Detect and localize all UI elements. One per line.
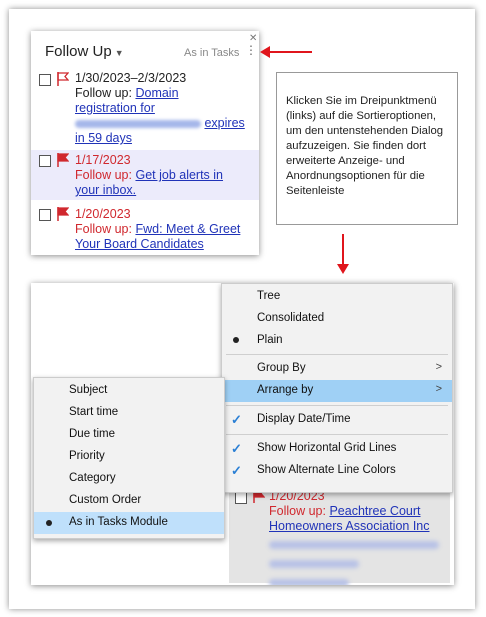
submenu-item-label: Custom Order bbox=[69, 494, 142, 506]
item-link[interactable]: Domain bbox=[135, 86, 178, 100]
checkbox[interactable] bbox=[39, 209, 51, 221]
panel-title-label: Follow Up bbox=[45, 43, 112, 60]
submenu-item-priority[interactable]: Priority bbox=[34, 446, 224, 468]
item-text: 1/17/2023 Follow up: Get job alerts in y… bbox=[75, 153, 253, 198]
callout-box: Klicken Sie im Dreipunktmenü (links) auf… bbox=[276, 72, 458, 225]
flag-icon[interactable] bbox=[57, 153, 69, 167]
list-item[interactable]: 1/20/2023 Follow up: Peachtree Court Hom… bbox=[229, 486, 450, 585]
panel-title[interactable]: Follow Up ▼ bbox=[45, 43, 124, 60]
pointer-arrow bbox=[266, 51, 312, 53]
submenu-item-label: Subject bbox=[69, 384, 108, 396]
blurred-text bbox=[269, 560, 359, 568]
follow-up-panel: ✕ Follow Up ▼ As in Tasks ⋮ 1/30/2023–2/3… bbox=[31, 31, 259, 255]
submenu-item-label: Start time bbox=[69, 406, 119, 418]
more-options-icon[interactable]: ⋮ bbox=[245, 44, 257, 56]
item-link[interactable]: your inbox. bbox=[75, 183, 136, 197]
arrow-head-icon bbox=[337, 264, 349, 274]
sort-label: As in Tasks bbox=[184, 47, 240, 59]
blurred-text bbox=[269, 541, 439, 549]
menu-item-label: Display Date/Time bbox=[257, 413, 351, 425]
menu-item-consolidated[interactable]: Consolidated bbox=[222, 308, 452, 330]
item-prefix: Follow up: bbox=[75, 168, 132, 182]
item-link[interactable]: Fwd: Meet & Greet bbox=[135, 222, 240, 236]
submenu-item-label: Priority bbox=[69, 450, 105, 462]
item-link[interactable]: Peachtree Court bbox=[329, 504, 420, 518]
menu-item-display-date-time[interactable]: ✓ Display Date/Time bbox=[222, 409, 452, 431]
menu-divider bbox=[226, 354, 448, 355]
item-link[interactable]: expires bbox=[204, 116, 244, 130]
arrange-by-submenu: Subject Start time Due time Priority Cat… bbox=[33, 377, 225, 539]
item-link[interactable]: Your Board Candidates bbox=[75, 237, 204, 251]
submenu-item-subject[interactable]: Subject bbox=[34, 380, 224, 402]
item-prefix: Follow up: bbox=[75, 222, 132, 236]
pointer-arrow bbox=[342, 234, 344, 266]
submenu-item-start-time[interactable]: Start time bbox=[34, 402, 224, 424]
menu-item-label: Show Alternate Line Colors bbox=[257, 464, 396, 476]
flag-icon[interactable] bbox=[57, 72, 69, 86]
item-text: 1/20/2023 Follow up: Peachtree Court Hom… bbox=[269, 489, 439, 585]
context-menu: Tree Consolidated Plain Group By > Arrang… bbox=[221, 283, 453, 493]
checkmark-icon: ✓ bbox=[231, 441, 242, 456]
item-link[interactable]: Homeowners Association Inc bbox=[269, 519, 430, 533]
blurred-text bbox=[269, 579, 349, 585]
menu-item-alternate-line-colors[interactable]: ✓ Show Alternate Line Colors bbox=[222, 460, 452, 482]
menu-item-label: Plain bbox=[257, 334, 283, 346]
submenu-item-as-in-tasks-module[interactable]: As in Tasks Module bbox=[34, 512, 224, 534]
chevron-down-icon[interactable]: ▼ bbox=[115, 48, 124, 58]
chevron-right-icon: > bbox=[435, 383, 442, 395]
item-link[interactable]: Get job alerts in bbox=[135, 168, 223, 182]
chevron-right-icon: > bbox=[435, 361, 442, 373]
menu-divider bbox=[226, 405, 448, 406]
checkbox[interactable] bbox=[39, 155, 51, 167]
menu-item-label: Arrange by bbox=[257, 384, 314, 396]
item-date: 1/20/2023 bbox=[75, 207, 131, 221]
checkbox[interactable] bbox=[235, 492, 247, 504]
item-text: 1/20/2023 Follow up: Fwd: Meet & Greet Y… bbox=[75, 207, 253, 252]
menu-item-plain[interactable]: Plain bbox=[222, 330, 452, 352]
menu-item-horizontal-grid-lines[interactable]: ✓ Show Horizontal Grid Lines bbox=[222, 438, 452, 460]
blurred-text bbox=[75, 119, 201, 128]
menu-item-group-by[interactable]: Group By > bbox=[222, 358, 452, 380]
checkmark-icon: ✓ bbox=[231, 412, 242, 427]
menu-item-tree[interactable]: Tree bbox=[222, 286, 452, 308]
checkbox[interactable] bbox=[39, 74, 51, 86]
bullet-icon bbox=[46, 520, 52, 526]
checkmark-icon: ✓ bbox=[231, 463, 242, 478]
list-item[interactable]: 1/30/2023–2/3/2023 Follow up: Domain reg… bbox=[31, 71, 259, 147]
bullet-icon bbox=[233, 337, 239, 343]
arrow-head-icon bbox=[260, 46, 270, 58]
item-prefix: Follow up: bbox=[269, 504, 326, 518]
menu-item-label: Group By bbox=[257, 362, 306, 374]
list-item[interactable]: 1/20/2023 Follow up: Fwd: Meet & Greet Y… bbox=[31, 205, 259, 253]
flag-icon[interactable] bbox=[57, 207, 69, 221]
item-text: 1/30/2023–2/3/2023 Follow up: Domain reg… bbox=[75, 71, 253, 146]
menu-item-label: Consolidated bbox=[257, 312, 325, 324]
item-link[interactable]: registration for bbox=[75, 101, 155, 115]
item-link[interactable]: in 59 days bbox=[75, 131, 132, 145]
item-date: 1/17/2023 bbox=[75, 153, 131, 167]
menu-item-label: Tree bbox=[257, 290, 281, 302]
item-prefix: Follow up: bbox=[75, 86, 132, 100]
submenu-item-label: As in Tasks Module bbox=[69, 516, 168, 528]
submenu-item-label: Due time bbox=[69, 428, 116, 440]
menu-divider bbox=[226, 434, 448, 435]
callout-text: Klicken Sie im Dreipunktmenü (links) auf… bbox=[286, 95, 444, 197]
submenu-item-due-time[interactable]: Due time bbox=[34, 424, 224, 446]
item-date: 1/30/2023–2/3/2023 bbox=[75, 71, 187, 85]
context-menu-screenshot: 1/20/2023 Follow up: Peachtree Court Hom… bbox=[31, 283, 454, 585]
submenu-item-label: Category bbox=[69, 472, 116, 484]
menu-item-arrange-by[interactable]: Arrange by > bbox=[222, 380, 452, 402]
menu-item-label: Show Horizontal Grid Lines bbox=[257, 442, 397, 454]
submenu-item-custom-order[interactable]: Custom Order bbox=[34, 490, 224, 512]
list-item[interactable]: 1/17/2023 Follow up: Get job alerts in y… bbox=[31, 150, 259, 200]
submenu-item-category[interactable]: Category bbox=[34, 468, 224, 490]
